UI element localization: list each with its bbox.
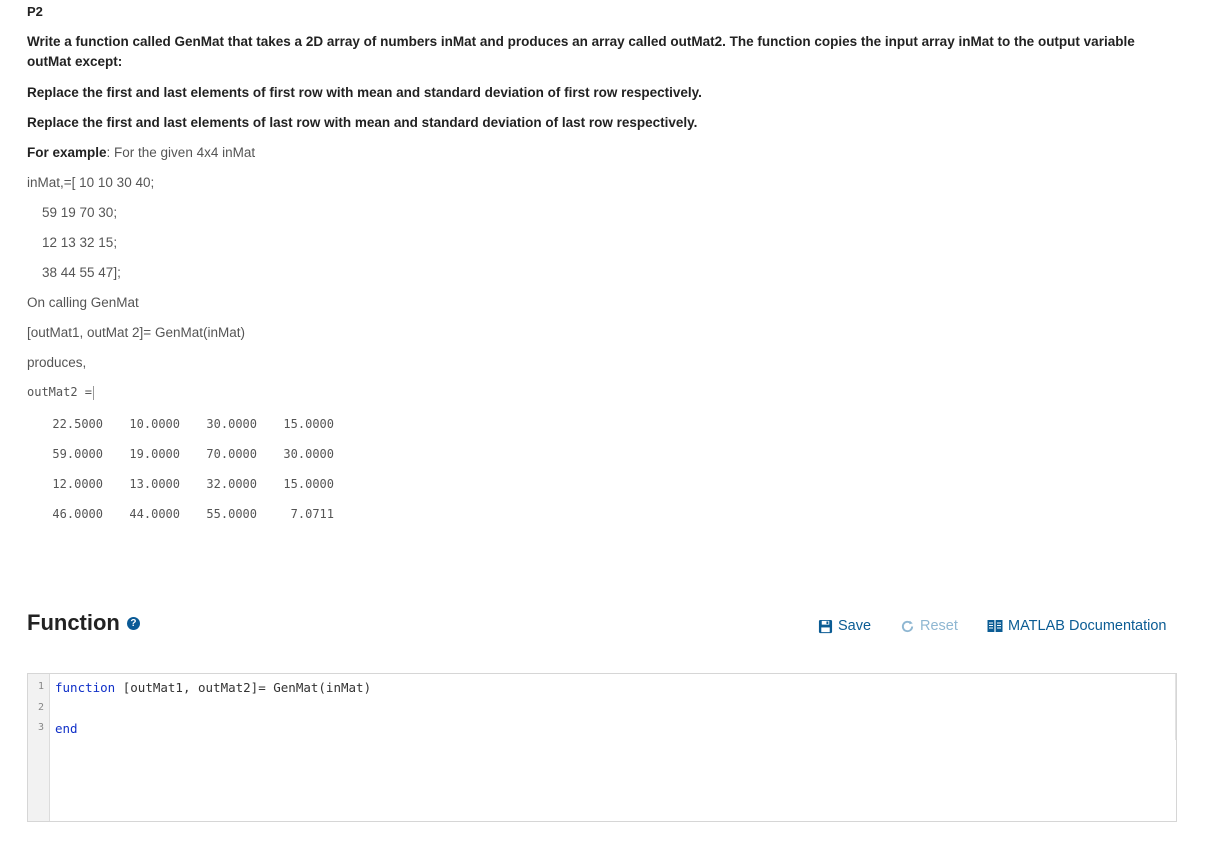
line-number: 1 — [37, 681, 44, 692]
function-heading: Function ? — [27, 610, 140, 636]
editor-scrollbar[interactable] — [1175, 674, 1176, 740]
output-cell: 22.5000 — [52, 417, 103, 431]
save-button[interactable]: Save — [818, 618, 871, 634]
inmat-line-1: inMat,=[ 10 10 30 40; — [27, 175, 155, 190]
output-row: 22.5000 10.0000 30.0000 15.0000 — [36, 415, 334, 433]
output-label: outMat2 = — [27, 385, 95, 400]
inmat-line-4: 38 44 55 47]; — [42, 265, 121, 280]
function-signature: [outMat1, outMat2]= GenMat(inMat) — [115, 680, 372, 695]
output-row: 59.0000 19.0000 70.0000 30.0000 — [36, 445, 334, 463]
output-cell: 10.0000 — [129, 417, 180, 431]
problem-label: P2 — [27, 4, 43, 19]
code-line-1[interactable]: function [outMat1, outMat2]= GenMat(inMa… — [55, 680, 371, 695]
output-cell: 46.0000 — [52, 507, 103, 521]
line-number-gutter: 1 2 3 — [28, 674, 50, 821]
output-cell: 7.0711 — [290, 507, 334, 521]
output-cell: 30.0000 — [206, 417, 257, 431]
reset-arrow-icon — [900, 619, 915, 634]
output-cell: 19.0000 — [129, 447, 180, 461]
code-editor[interactable]: 1 2 3 function [outMat1, outMat2]= GenMa… — [27, 673, 1177, 822]
example-text: : For the given 4x4 inMat — [106, 145, 256, 160]
output-cell: 15.0000 — [283, 477, 334, 491]
floppy-disk-icon — [818, 619, 833, 634]
output-row: 46.0000 44.0000 55.0000 7.0711 — [36, 505, 334, 523]
output-cell: 44.0000 — [129, 507, 180, 521]
output-cell: 15.0000 — [283, 417, 334, 431]
output-row: 12.0000 13.0000 32.0000 15.0000 — [36, 475, 334, 493]
on-calling-text: On calling GenMat — [27, 295, 139, 310]
output-cell: 12.0000 — [52, 477, 103, 491]
line-number: 3 — [37, 722, 44, 733]
call-line-text: [outMat1, outMat 2]= GenMat(inMat) — [27, 325, 245, 340]
text-cursor — [93, 385, 95, 400]
matlab-documentation-link[interactable]: MATLAB Documentation — [987, 618, 1167, 634]
produces-text: produces, — [27, 355, 87, 370]
code-line-3[interactable]: end — [55, 721, 78, 736]
example-line: For example: For the given 4x4 inMat — [27, 144, 255, 162]
keyword-end: end — [55, 721, 78, 736]
output-cell: 32.0000 — [206, 477, 257, 491]
output-cell: 70.0000 — [206, 447, 257, 461]
keyword-function: function — [55, 680, 116, 695]
problem-intro: Write a function called GenMat that take… — [27, 34, 1135, 69]
function-heading-text: Function — [27, 610, 120, 635]
output-cell: 30.0000 — [283, 447, 334, 461]
save-label: Save — [838, 618, 872, 634]
example-label: For example — [27, 145, 107, 160]
question-circle-icon[interactable]: ? — [126, 616, 140, 630]
line-number: 2 — [37, 702, 44, 713]
output-cell: 55.0000 — [206, 507, 257, 521]
output-cell: 59.0000 — [52, 447, 103, 461]
problem-rule-first-row: Replace the first and last elements of f… — [27, 85, 702, 100]
book-icon — [987, 619, 1003, 633]
inmat-line-2: 59 19 70 30; — [42, 205, 118, 220]
reset-button[interactable]: Reset — [900, 618, 958, 634]
reset-label: Reset — [920, 618, 958, 634]
matlab-documentation-label: MATLAB Documentation — [1008, 618, 1167, 634]
inmat-line-3: 12 13 32 15; — [42, 235, 118, 250]
output-cell: 13.0000 — [129, 477, 180, 491]
problem-rule-last-row: Replace the first and last elements of l… — [27, 115, 698, 130]
output-label-text: outMat2 = — [27, 385, 93, 399]
